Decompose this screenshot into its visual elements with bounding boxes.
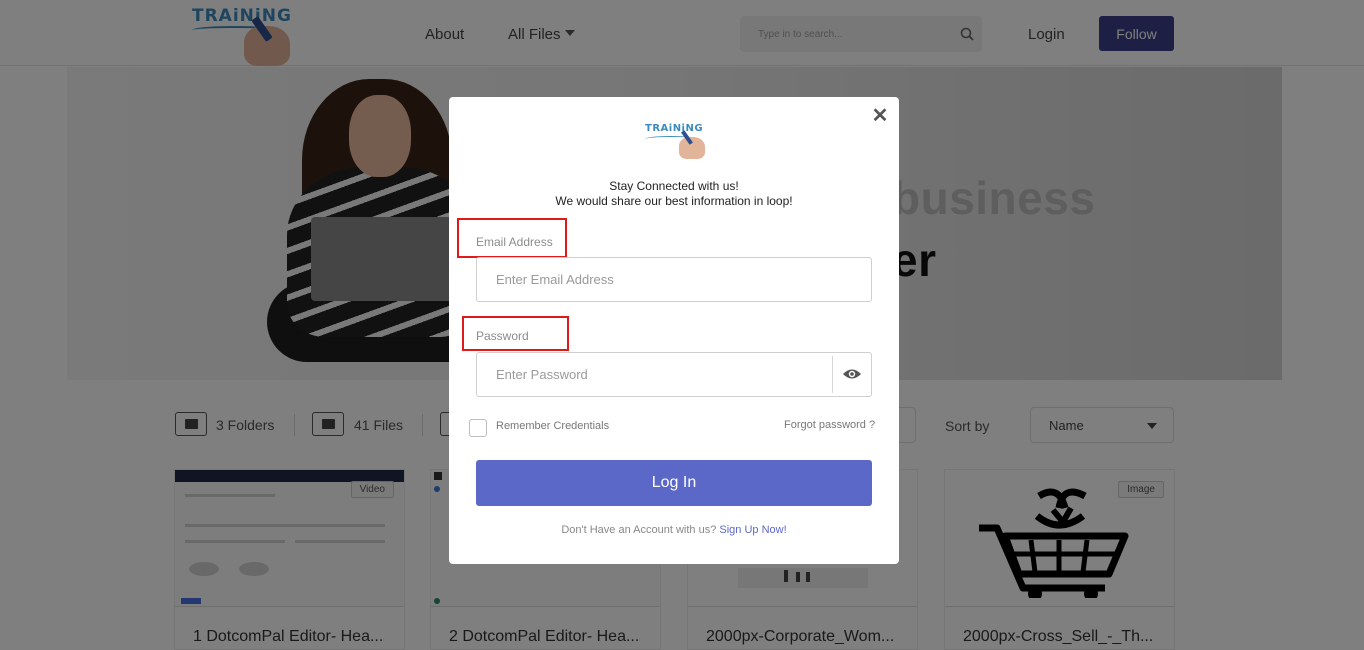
modal-tagline: Stay Connected with us! We would share o… [449, 179, 899, 209]
remember-checkbox[interactable] [469, 419, 487, 437]
email-field[interactable] [476, 257, 872, 302]
login-button[interactable]: Log In [476, 460, 872, 506]
password-divider [832, 356, 833, 393]
modal-logo-text: TRAiNiNG [645, 123, 704, 134]
tagline-line1: Stay Connected with us! [609, 179, 739, 193]
remember-label: Remember Credentials [496, 420, 610, 432]
password-field-wrapper [476, 352, 872, 397]
signup-prompt: Don't Have an Account with us? Sign Up N… [449, 524, 899, 536]
email-label: Email Address [476, 235, 553, 249]
forgot-password-link[interactable]: Forgot password ? [784, 419, 875, 431]
login-modal: ✕ TRAiNiNG Stay Connected with us! We wo… [449, 97, 899, 564]
password-field[interactable] [476, 352, 872, 397]
signup-link[interactable]: Sign Up Now! [719, 524, 786, 536]
tagline-line2: We would share our best information in l… [555, 194, 793, 208]
close-icon[interactable]: ✕ [871, 106, 889, 126]
signup-prompt-text: Don't Have an Account with us? [561, 524, 717, 536]
eye-icon[interactable] [842, 367, 862, 381]
modal-logo: TRAiNiNG [645, 123, 709, 163]
password-label: Password [476, 329, 529, 343]
